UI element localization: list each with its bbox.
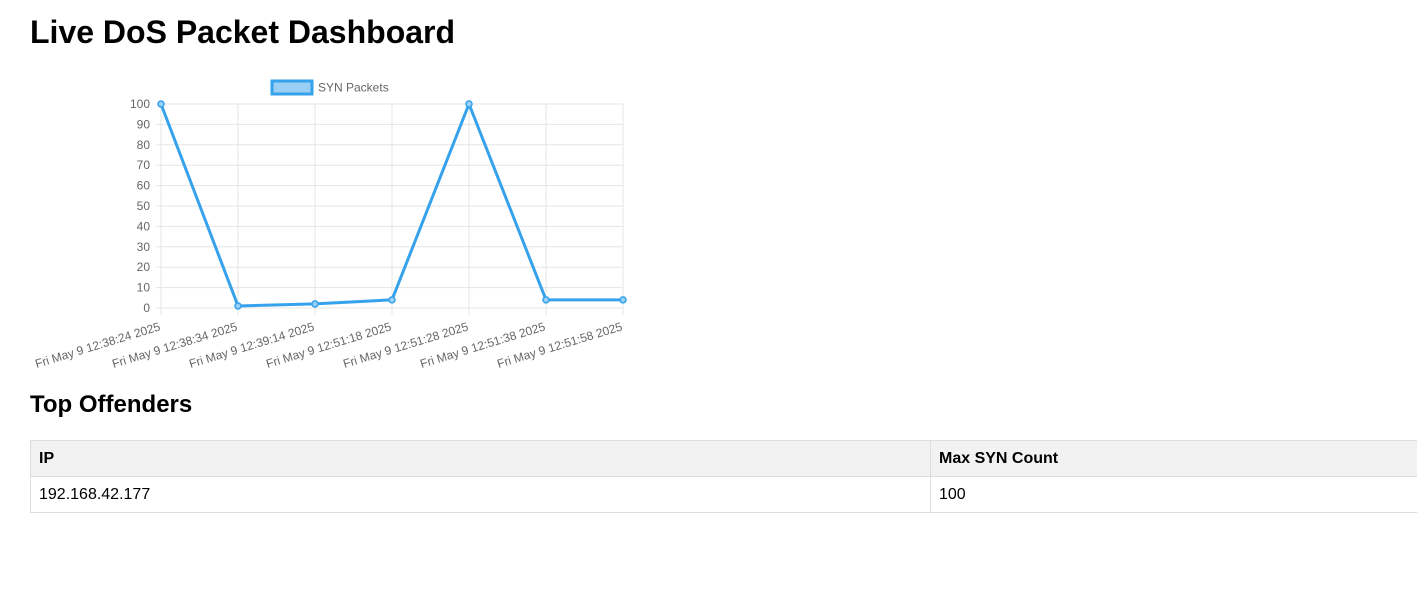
y-tick-label: 0: [143, 301, 150, 315]
column-header-ip: IP: [30, 440, 931, 477]
y-tick-label: 20: [137, 260, 151, 274]
y-tick-label: 90: [137, 117, 151, 131]
data-point: [542, 296, 550, 304]
cell-ip: 192.168.42.177: [30, 476, 931, 513]
x-tick-label: Fri May 9 12:38:24 2025: [33, 319, 162, 371]
y-tick-label: 50: [137, 199, 151, 213]
y-tick-label: 60: [137, 179, 151, 193]
page-title: Live DoS Packet Dashboard: [30, 14, 456, 50]
y-tick-label: 100: [130, 97, 150, 111]
data-point: [234, 302, 242, 310]
data-point: [311, 300, 319, 308]
y-tick-label: 10: [137, 281, 151, 295]
cell-max-syn-count: 100: [930, 476, 1417, 513]
table-header-row: IP Max SYN Count: [30, 440, 1417, 477]
data-point: [619, 296, 627, 304]
dashboard-page: Live DoS Packet Dashboard 0 10 20 30 40 50 60 7…: [0, 0, 1417, 610]
x-axis-ticks: Fri May 9 12:38:24 2025Fri May 9 12:38:3…: [33, 319, 624, 371]
y-tick-label: 40: [137, 219, 151, 233]
chart-legend[interactable]: SYN Packets: [270, 79, 389, 96]
chart-grid: [156, 103, 624, 315]
column-header-max-syn-count: Max SYN Count: [930, 440, 1417, 477]
legend-swatch: [270, 79, 314, 96]
data-point: [157, 100, 165, 108]
data-point: [465, 100, 473, 108]
y-axis-ticks: 0 10 20 30 40 50 60 70 80 90 100: [130, 97, 150, 315]
top-offenders-table: IP Max SYN Count 192.168.42.177 100: [30, 440, 1417, 513]
table-row: 192.168.42.177 100: [30, 476, 1417, 513]
y-tick-label: 30: [137, 240, 151, 254]
y-tick-label: 70: [137, 158, 151, 172]
syn-packets-chart: 0 10 20 30 40 50 60 70 80 90 100 Fri May 9 12:38:2…: [33, 79, 627, 371]
top-offenders-heading: Top Offenders: [30, 391, 193, 418]
legend-label: SYN Packets: [318, 81, 389, 95]
y-tick-label: 80: [137, 138, 151, 152]
data-point: [388, 296, 396, 304]
